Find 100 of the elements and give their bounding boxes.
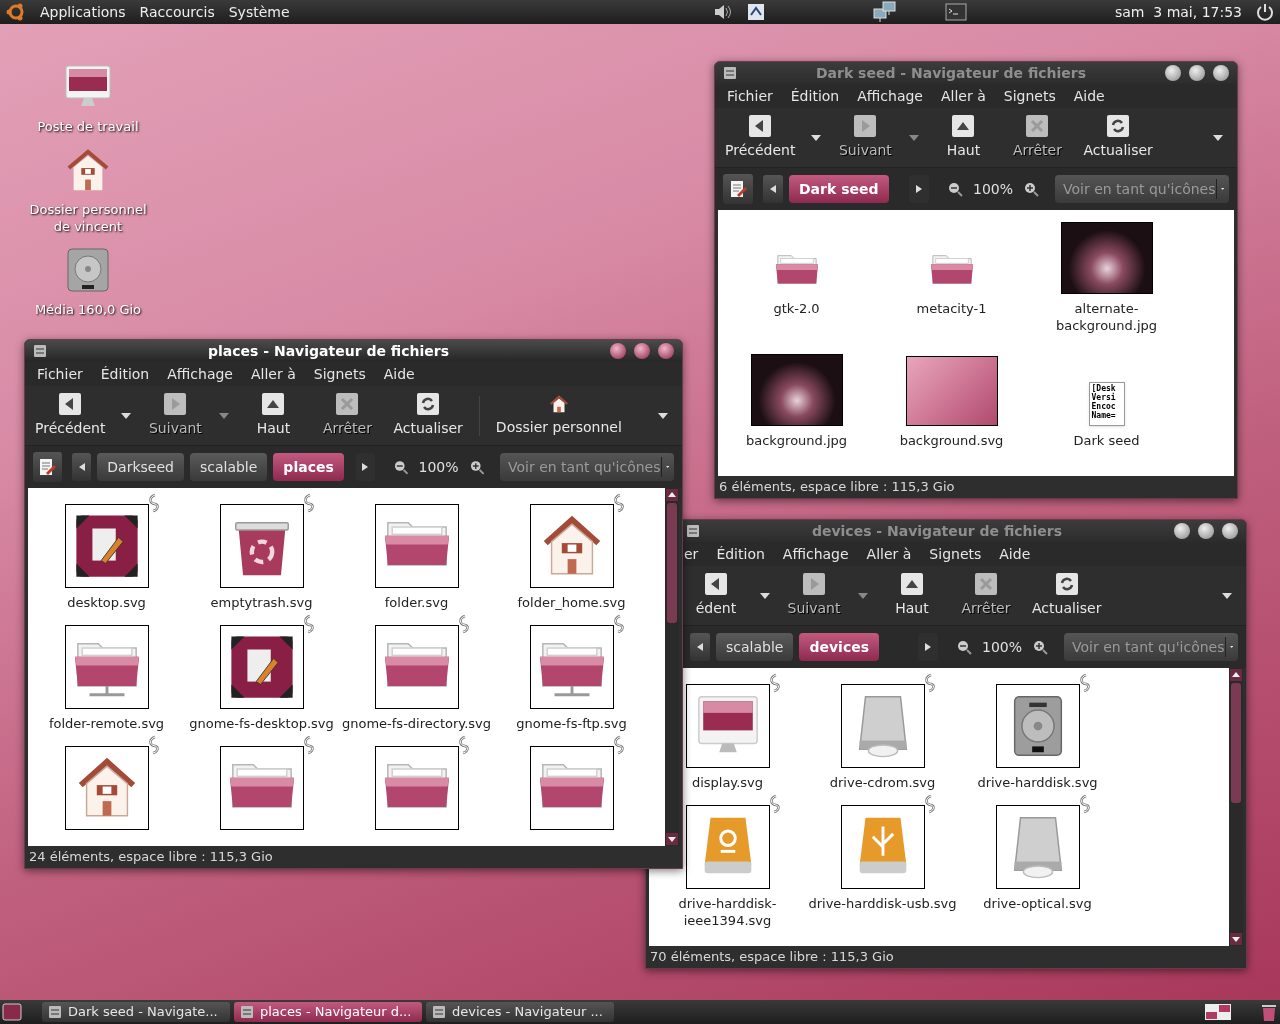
menu-item[interactable]: Signets bbox=[1003, 85, 1056, 107]
close-button[interactable] bbox=[1222, 523, 1238, 539]
path-button[interactable]: Dark seed bbox=[789, 175, 889, 203]
toolbar-button[interactable]: Précédent bbox=[33, 392, 108, 439]
workspace-switcher[interactable] bbox=[1204, 1003, 1232, 1021]
menu-item[interactable]: Édition bbox=[790, 85, 840, 107]
panel-menu[interactable]: Applications bbox=[40, 1, 126, 23]
file-name[interactable]: gnome-fs-ftp.svg bbox=[516, 715, 627, 732]
scroll-down-icon[interactable] bbox=[666, 833, 678, 845]
path-button[interactable]: places bbox=[273, 453, 344, 481]
edit-location-button[interactable] bbox=[723, 174, 753, 204]
edit-location-button[interactable] bbox=[33, 452, 62, 482]
toolbar-button[interactable]: Dossier personnel bbox=[493, 393, 624, 438]
scroll-up-icon[interactable] bbox=[666, 489, 678, 501]
menu-item[interactable]: Aide bbox=[999, 543, 1031, 565]
zoom-out-icon[interactable] bbox=[393, 459, 409, 475]
menu-item[interactable]: Édition bbox=[100, 363, 150, 385]
network-icon[interactable] bbox=[872, 1, 897, 23]
zoom-in-icon[interactable] bbox=[1032, 639, 1048, 655]
taskbar-button[interactable]: places - Navigateur d... bbox=[234, 1002, 422, 1022]
show-desktop-icon[interactable] bbox=[2, 1002, 22, 1022]
caret-icon[interactable] bbox=[1213, 134, 1223, 141]
menu-item[interactable]: er bbox=[684, 543, 699, 565]
file-name[interactable]: drive-harddisk-usb.svg bbox=[808, 895, 957, 912]
zoom-out-icon[interactable] bbox=[955, 639, 972, 655]
terminal-icon[interactable] bbox=[944, 3, 967, 21]
toolbar-button[interactable]: édent bbox=[686, 572, 746, 619]
close-button[interactable] bbox=[658, 343, 674, 359]
caret-icon[interactable] bbox=[121, 412, 132, 419]
file-name[interactable]: background.jpg bbox=[745, 432, 848, 449]
scrollbar[interactable] bbox=[665, 488, 679, 846]
menu-item[interactable]: Fichier bbox=[37, 363, 83, 385]
maximize-button[interactable] bbox=[1198, 523, 1214, 539]
maximize-button[interactable] bbox=[1189, 65, 1205, 81]
tray-icon[interactable] bbox=[746, 3, 765, 21]
file-name[interactable]: emptytrash.svg bbox=[210, 594, 313, 611]
zoom-in-icon[interactable] bbox=[468, 459, 484, 475]
panel-menu[interactable]: Système bbox=[228, 1, 290, 23]
zoom-out-icon[interactable] bbox=[946, 181, 963, 197]
menu-item[interactable]: Affichage bbox=[167, 363, 233, 385]
toolbar-button[interactable]: Actualiser bbox=[1030, 572, 1104, 619]
file-name[interactable]: drive-optical.svg bbox=[983, 895, 1092, 912]
path-button[interactable]: scalable bbox=[189, 453, 268, 481]
toolbar-button[interactable]: Haut bbox=[243, 392, 304, 439]
file-name[interactable]: metacity-1 bbox=[916, 300, 987, 317]
scrollbar-thumb[interactable] bbox=[667, 503, 677, 623]
file-name[interactable]: gnome-fs-directory.svg bbox=[342, 715, 491, 732]
minimize-button[interactable] bbox=[610, 343, 626, 359]
path-button[interactable]: Darkseed bbox=[97, 453, 184, 481]
file-name[interactable]: alternate-background.jpg bbox=[1031, 300, 1182, 334]
caret-icon[interactable] bbox=[760, 592, 770, 599]
window-menu-icon[interactable] bbox=[686, 524, 700, 538]
panel-menu[interactable]: Raccourcis bbox=[139, 1, 215, 23]
scrollbar[interactable] bbox=[1229, 668, 1243, 946]
window-menu-icon[interactable] bbox=[723, 66, 737, 80]
menu-item[interactable]: Signets bbox=[929, 543, 982, 565]
menu-item[interactable]: Édition bbox=[716, 543, 765, 565]
file-name[interactable]: background.svg bbox=[899, 432, 1004, 449]
caret-icon[interactable] bbox=[811, 134, 822, 141]
toolbar-button[interactable]: Actualiser bbox=[1081, 114, 1155, 161]
taskbar-button[interactable]: devices - Navigateur ... bbox=[426, 1002, 614, 1022]
clock[interactable]: sam 3 mai, 17:53 bbox=[1114, 1, 1242, 23]
scroll-down-icon[interactable] bbox=[1230, 933, 1242, 945]
menu-item[interactable]: Fichier bbox=[727, 85, 773, 107]
path-button[interactable]: devices bbox=[799, 633, 879, 661]
menu-item[interactable]: Aide bbox=[383, 363, 415, 385]
file-name[interactable]: folder.svg bbox=[384, 594, 449, 611]
minimize-button[interactable] bbox=[1165, 65, 1181, 81]
file-name[interactable]: desktop.svg bbox=[67, 594, 146, 611]
scrollbar-thumb[interactable] bbox=[1231, 683, 1241, 803]
toolbar-button[interactable]: Haut bbox=[933, 114, 994, 161]
toolbar-button[interactable]: Précédent bbox=[723, 114, 798, 161]
file-name[interactable]: gnome-fs-desktop.svg bbox=[189, 715, 334, 732]
toolbar-button[interactable]: Actualiser bbox=[391, 392, 465, 439]
menu-item[interactable]: Aller à bbox=[251, 363, 296, 385]
close-button[interactable] bbox=[1213, 65, 1229, 81]
window-menu-icon[interactable] bbox=[33, 344, 47, 358]
power-icon[interactable] bbox=[1256, 3, 1274, 21]
file-name[interactable]: folder_home.svg bbox=[517, 594, 626, 611]
path-button[interactable]: scalable bbox=[716, 633, 794, 661]
file-name[interactable]: display.svg bbox=[691, 774, 764, 791]
menu-item[interactable]: Signets bbox=[313, 363, 366, 385]
taskbar-button[interactable]: Dark seed - Navigate... bbox=[42, 1002, 230, 1022]
menu-item[interactable]: Affichage bbox=[857, 85, 923, 107]
menu-item[interactable]: Aller à bbox=[866, 543, 912, 565]
file-name[interactable]: drive-cdrom.svg bbox=[829, 774, 936, 791]
toolbar-button[interactable]: Haut bbox=[882, 572, 942, 619]
menu-item[interactable]: Affichage bbox=[782, 543, 849, 565]
maximize-button[interactable] bbox=[634, 343, 650, 359]
menu-item[interactable]: Aller à bbox=[941, 85, 986, 107]
menu-item[interactable]: Aide bbox=[1073, 85, 1105, 107]
logo-icon[interactable] bbox=[6, 2, 26, 22]
caret-icon[interactable] bbox=[658, 412, 668, 419]
file-name[interactable]: gtk-2.0 bbox=[773, 300, 820, 317]
volume-icon[interactable] bbox=[712, 3, 733, 21]
zoom-in-icon[interactable] bbox=[1023, 181, 1039, 197]
caret-icon[interactable] bbox=[1222, 592, 1232, 599]
minimize-button[interactable] bbox=[1174, 523, 1190, 539]
file-name[interactable]: drive-harddisk-ieee1394.svg bbox=[652, 895, 803, 929]
scroll-up-icon[interactable] bbox=[1230, 669, 1242, 681]
